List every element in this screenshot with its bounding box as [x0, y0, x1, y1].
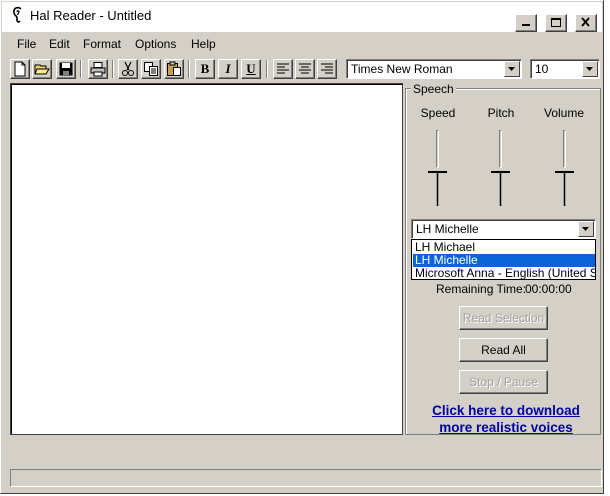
- new-document-icon: [14, 61, 26, 77]
- minimize-icon: [522, 24, 530, 26]
- italic-button[interactable]: I: [218, 59, 238, 79]
- menu-edit[interactable]: Edit: [49, 37, 70, 51]
- download-voices-link[interactable]: Click here to download more realistic vo…: [415, 402, 597, 436]
- speed-slider-track[interactable]: [436, 130, 439, 168]
- chevron-down-icon: [508, 67, 515, 71]
- align-center-icon: [299, 63, 311, 74]
- close-icon: [581, 17, 590, 27]
- remaining-time-value: 00:00:00: [525, 282, 572, 296]
- menu-help[interactable]: Help: [191, 37, 216, 51]
- print-button[interactable]: [88, 59, 108, 79]
- copy-button[interactable]: [141, 59, 161, 79]
- minimize-button[interactable]: [515, 14, 537, 32]
- paste-button[interactable]: [164, 59, 184, 79]
- speed-label: Speed: [420, 106, 456, 120]
- align-right-button[interactable]: [317, 59, 337, 79]
- stop-pause-button[interactable]: Stop / Pause: [459, 370, 548, 394]
- background-strip: [604, 0, 610, 496]
- scissors-icon: [122, 61, 134, 76]
- toolbar-separator: [188, 60, 190, 78]
- align-left-icon: [277, 63, 289, 74]
- cut-button[interactable]: [118, 59, 138, 79]
- voice-dropdown-button[interactable]: [578, 221, 594, 237]
- printer-icon: [90, 62, 106, 77]
- pitch-slider-thumb[interactable]: [490, 171, 512, 207]
- voice-option[interactable]: Microsoft Anna - English (United States): [413, 267, 595, 279]
- font-name-dropdown-button[interactable]: [504, 61, 520, 77]
- pitch-slider-track[interactable]: [499, 130, 502, 168]
- chevron-down-icon: [582, 227, 589, 231]
- font-name-select[interactable]: Times New Roman: [346, 59, 522, 79]
- save-button[interactable]: [56, 59, 76, 79]
- download-link-line2[interactable]: more realistic voices: [415, 419, 597, 436]
- menu-options[interactable]: Options: [135, 37, 176, 51]
- toolbar-separator: [266, 60, 268, 78]
- underline-button[interactable]: U: [241, 59, 261, 79]
- voice-select-value: LH Michelle: [416, 222, 479, 236]
- chevron-down-icon: [586, 67, 593, 71]
- font-size-value: 10: [535, 62, 549, 76]
- ear-icon[interactable]: [10, 5, 26, 25]
- copy-icon: [144, 62, 158, 76]
- text-editor[interactable]: [10, 83, 403, 435]
- read-all-button[interactable]: Read All: [459, 338, 548, 362]
- menu-format[interactable]: Format: [83, 37, 121, 51]
- font-size-select[interactable]: 10: [530, 59, 600, 79]
- menu-file[interactable]: File: [17, 37, 36, 51]
- align-center-button[interactable]: [295, 59, 315, 79]
- maximize-button[interactable]: [545, 14, 567, 32]
- voice-dropdown-list: LH Michael LH Michelle Microsoft Anna - …: [411, 239, 596, 280]
- toolbar-separator: [112, 60, 114, 78]
- clipboard-icon: [167, 61, 181, 76]
- read-selection-button[interactable]: Read Selection: [459, 306, 548, 330]
- new-button[interactable]: [10, 59, 30, 79]
- pitch-label: Pitch: [487, 106, 515, 120]
- font-size-dropdown-button[interactable]: [582, 61, 598, 77]
- folder-open-icon: [34, 64, 50, 75]
- volume-slider-thumb[interactable]: [554, 171, 576, 207]
- speed-slider-thumb[interactable]: [427, 171, 449, 207]
- maximize-icon: [551, 18, 561, 27]
- volume-slider-track[interactable]: [563, 130, 566, 168]
- speech-group-label: Speech: [411, 82, 456, 96]
- close-button[interactable]: [575, 14, 597, 32]
- floppy-disk-icon: [59, 62, 73, 76]
- align-left-button[interactable]: [273, 59, 293, 79]
- font-name-value: Times New Roman: [351, 62, 453, 76]
- bold-button[interactable]: B: [195, 59, 215, 79]
- align-right-icon: [321, 63, 333, 74]
- window-title: Hal Reader - Untitled: [30, 8, 152, 23]
- open-button[interactable]: [32, 59, 52, 79]
- voice-option-selected[interactable]: LH Michelle: [413, 254, 595, 267]
- status-bar: [10, 469, 602, 487]
- download-link-line1[interactable]: Click here to download: [415, 402, 597, 419]
- voice-select[interactable]: LH Michelle: [411, 219, 596, 239]
- toolbar-separator: [80, 60, 82, 78]
- voice-option[interactable]: LH Michael: [413, 241, 595, 254]
- volume-label: Volume: [543, 106, 585, 120]
- remaining-time-label: Remaining Time:: [436, 282, 527, 296]
